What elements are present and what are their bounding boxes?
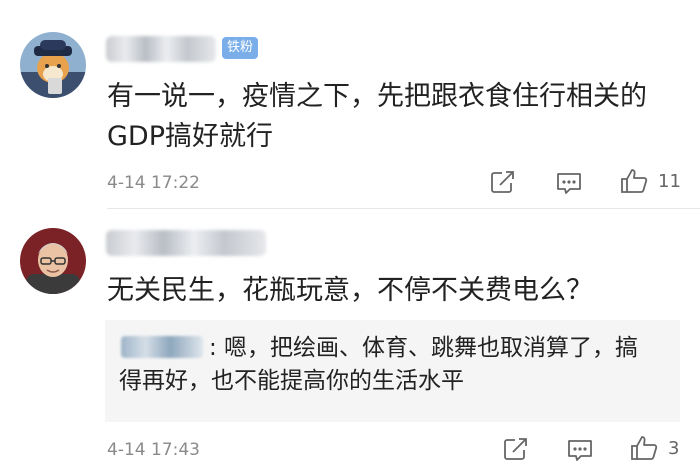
divider [107, 208, 700, 209]
reply-content: : 嗯，把绘画、体育、跳舞也取消算了，搞得再好，也不能提高你的生活水平 [119, 335, 639, 394]
comment-icon [568, 440, 592, 461]
username-blurred[interactable] [106, 36, 216, 62]
reply-button[interactable] [556, 171, 582, 195]
avatar[interactable] [20, 228, 86, 294]
comment-text: 有一说一，疫情之下，先把跟衣食住行相关的GDP搞好就行 [107, 81, 647, 152]
share-icon [491, 171, 514, 193]
fan-badge: 铁粉 [222, 37, 259, 59]
comment-item: 无关民生，花瓶玩意，不停不关费电么？ : 嗯，把绘画、体育、跳舞也取消算了，搞得… [0, 210, 700, 475]
comment-time: 4-14 17:22 [107, 173, 200, 193]
share-button[interactable] [490, 170, 516, 194]
username-blurred[interactable] [106, 230, 266, 256]
reply-text: : 嗯，把绘画、体育、跳舞也取消算了，搞得再好，也不能提高你的生活水平 [119, 332, 659, 398]
like-icon [631, 436, 658, 460]
like-button[interactable]: 3 [630, 435, 679, 461]
share-icon [504, 438, 527, 460]
like-button[interactable]: 11 [620, 168, 681, 194]
comment-time: 4-14 17:43 [107, 440, 200, 460]
comment-text: 无关民生，花瓶玩意，不停不关费电么？ [107, 275, 593, 306]
share-button[interactable] [503, 437, 529, 461]
avatar[interactable] [20, 32, 86, 98]
like-count: 3 [668, 437, 680, 459]
like-icon [621, 169, 648, 193]
comment-icon [557, 173, 581, 194]
reply-button[interactable] [567, 438, 593, 462]
like-count: 11 [658, 170, 681, 192]
comment-item: 铁粉 有一说一，疫情之下，先把跟衣食住行相关的GDP搞好就行 4-14 17:2… [0, 0, 700, 210]
reply-box[interactable]: : 嗯，把绘画、体育、跳舞也取消算了，搞得再好，也不能提高你的生活水平 [105, 320, 680, 422]
